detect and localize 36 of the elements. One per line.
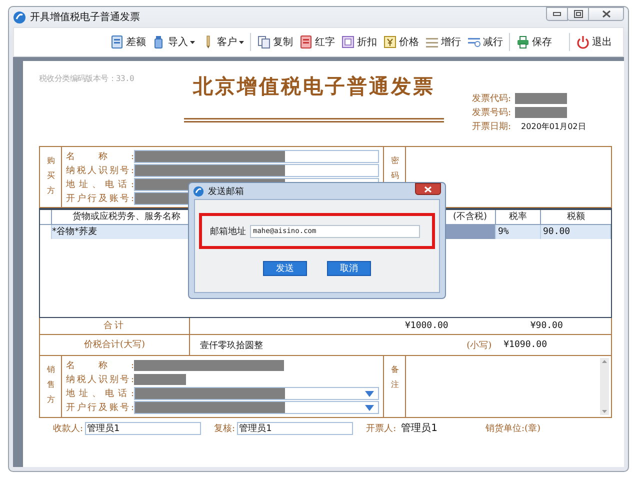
column-header: 税额 — [566, 210, 586, 224]
field-label: 名称: — [66, 360, 134, 372]
table-cell: 90.00 — [541, 225, 611, 239]
section-heading: 备注 — [384, 356, 406, 417]
field-label: 地址、电话: — [66, 178, 134, 190]
invoice-title: 北京增值税电子普通发票 — [193, 73, 435, 100]
field-label: 开户行及账号: — [66, 402, 134, 414]
version-note: 税收分类编码版本号：33.0 — [39, 73, 136, 85]
seal-label: 销货单位:(章) — [486, 422, 541, 434]
total-amount: ¥1000.00 — [405, 321, 448, 331]
amount-in-words: 壹仟零玖拾圆整 — [200, 340, 263, 352]
field-label: 复核: — [214, 422, 236, 434]
field-label: 纳税人识别号: — [66, 374, 134, 386]
window-title: 开具增值税电子普通发票 — [30, 10, 140, 24]
total-tax: ¥90.00 — [530, 321, 563, 331]
info-label: 发票代码: — [472, 92, 512, 104]
section-heading: 销售方 — [40, 356, 62, 417]
dialog-title: 发送邮箱 — [208, 186, 244, 198]
field-label: 名称: — [66, 150, 134, 162]
field-label: 纳税人识别号: — [66, 164, 134, 176]
section-heading: 购买方 — [40, 147, 62, 207]
table-cell: 9% — [496, 225, 541, 239]
info-label: 开票日期: — [472, 120, 512, 132]
field-label: 开票人: — [366, 422, 396, 434]
field-label: 开户行及账号: — [66, 192, 134, 204]
total-label: 价税合计(大写) — [40, 335, 190, 355]
small-label: (小写) — [466, 340, 492, 352]
info-value: 2020年01月02日 — [521, 120, 586, 132]
drawer-name: 管理员1 — [401, 422, 438, 435]
column-header: 税率 — [496, 210, 541, 224]
field-label: 收款人: — [53, 422, 84, 434]
field-label: 邮箱地址 — [210, 226, 246, 238]
field-label: 地址、电话: — [66, 388, 134, 400]
total-label: 合计 — [40, 318, 190, 334]
grand-total-amount: ¥1090.00 — [504, 340, 547, 350]
info-label: 发票号码: — [472, 106, 512, 118]
